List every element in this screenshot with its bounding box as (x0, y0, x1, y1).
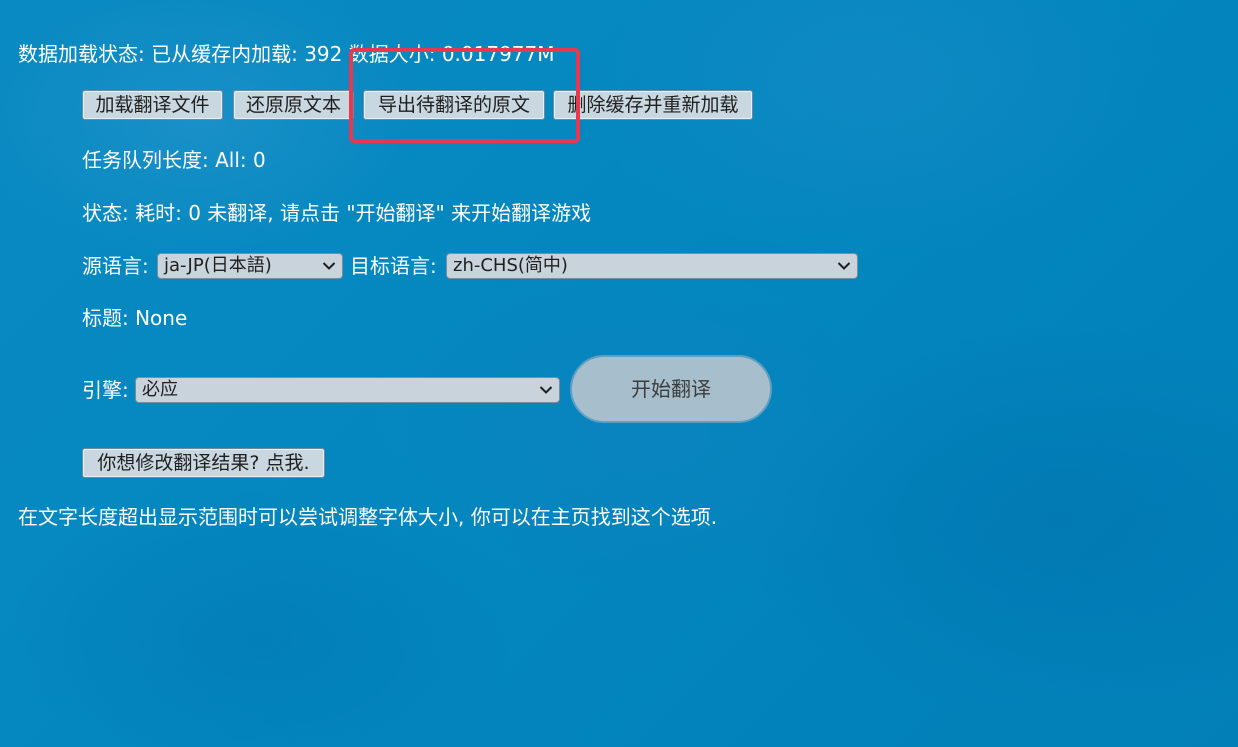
source-language-label: 源语言: (82, 254, 149, 278)
target-language-value: zh-CHS(简中) (453, 255, 568, 276)
engine-value: 必应 (142, 379, 178, 400)
chevron-down-icon (322, 254, 336, 278)
modify-results-button[interactable]: 你想修改翻译结果? 点我. (82, 448, 325, 478)
source-language-value: ja-JP(日本語) (164, 255, 272, 276)
engine-select[interactable]: 必应 (135, 377, 560, 403)
data-load-status: 数据加载状态: 已从缓存内加载: 392 数据大小: 0.017977M (18, 42, 555, 66)
start-translate-button[interactable]: 开始翻译 (570, 355, 772, 423)
target-language-label: 目标语言: (350, 254, 437, 278)
engine-label: 引擎: (82, 378, 129, 402)
export-pending-button[interactable]: 导出待翻译的原文 (363, 90, 545, 120)
clear-cache-reload-button[interactable]: 删除缓存并重新加载 (553, 90, 753, 120)
title-line: 标题: None (82, 306, 188, 330)
load-translation-button[interactable]: 加载翻译文件 (82, 90, 223, 120)
restore-original-button[interactable]: 还原原文本 (233, 90, 354, 120)
font-size-hint: 在文字长度超出显示范围时可以尝试调整字体大小, 你可以在主页找到这个选项. (18, 505, 718, 529)
translation-state: 状态: 耗时: 0 未翻译, 请点击 "开始翻译" 来开始翻译游戏 (82, 201, 592, 225)
chevron-down-icon (837, 254, 851, 278)
source-language-select[interactable]: ja-JP(日本語) (157, 253, 343, 279)
chevron-down-icon (539, 378, 553, 402)
queue-length: 任务队列长度: All: 0 (82, 148, 266, 172)
target-language-select[interactable]: zh-CHS(简中) (446, 253, 858, 279)
